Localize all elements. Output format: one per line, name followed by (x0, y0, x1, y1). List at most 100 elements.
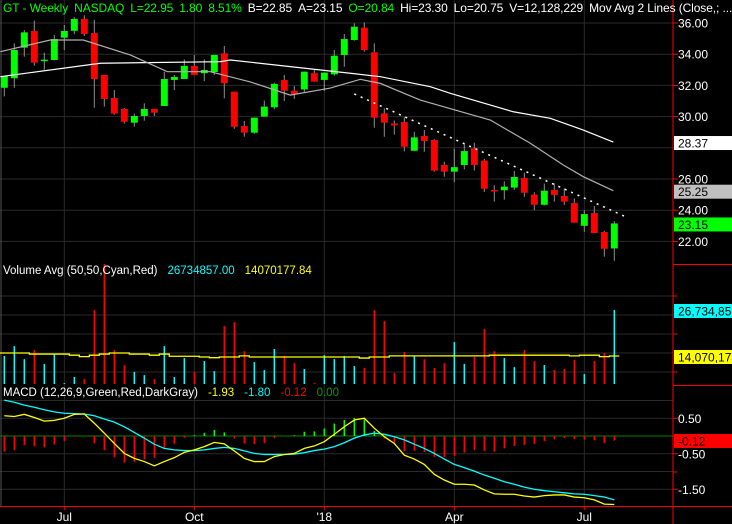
candle-up (160, 79, 168, 106)
x-axis: Jul Oct '18 Apr Jul (57, 506, 592, 524)
candle-up (180, 65, 188, 80)
candle-down (490, 189, 498, 192)
change: 1.80 (179, 1, 203, 15)
candle-up (540, 190, 548, 205)
price-tick-label: 34.00 (678, 48, 708, 62)
symbol: GT - Weekly (3, 1, 69, 15)
volume: V=12,128,229 (509, 1, 584, 15)
volume-badge: 26,734,857 (678, 305, 732, 319)
candle-up (0, 76, 8, 88)
candle-down (80, 18, 88, 34)
candle-down (400, 122, 408, 147)
candle-down (220, 53, 228, 84)
price-tick-label: 36.00 (678, 17, 708, 31)
candle-up (300, 71, 308, 90)
exchange: NASDAQ (74, 1, 125, 15)
candle-up (140, 108, 148, 116)
candle-up (60, 30, 68, 38)
price-tick-label: 22.00 (678, 235, 708, 249)
candle-down (470, 148, 478, 165)
candle-up (170, 76, 178, 80)
time-label: Apr (445, 510, 464, 524)
low: Lo=20.75 (453, 1, 504, 15)
volume-avg-value: 14070177.84 (244, 265, 312, 277)
high: Hi=23.30 (400, 1, 448, 15)
extra-value: 0.00 (316, 387, 339, 399)
candle-down (150, 108, 158, 113)
candle-down (590, 213, 598, 233)
candle-down (430, 140, 438, 171)
candle-down (530, 194, 538, 205)
study-label[interactable]: Mov Avg 2 Lines (Close,; ... (589, 1, 732, 15)
candle-up (50, 39, 58, 60)
candle-up (410, 137, 418, 151)
candle-up (270, 83, 278, 108)
change-percent: 8.51% (208, 1, 242, 15)
ma-long-badge: 28.37 (678, 137, 708, 151)
candle-down (550, 189, 558, 195)
candle-up (210, 54, 218, 72)
candle-down (190, 65, 198, 75)
quote-header: GT - Weekly NASDAQ L=22.95 1.80 8.51% B=22.85… (3, 1, 732, 15)
signal-line (4, 399, 615, 501)
time-label: '18 (316, 510, 332, 524)
time-label: Oct (185, 510, 204, 524)
volume-study-label: Volume Avg (50,50,Cyan,Red) (3, 265, 158, 277)
candle-down (440, 164, 448, 172)
candle-down (480, 160, 488, 189)
candle-down (570, 203, 578, 223)
volume-legend[interactable]: Volume Avg (50,50,Cyan,Red) 26734857.00 14… (3, 265, 322, 277)
volume-bars (0, 264, 620, 384)
signal-value: -1.80 (244, 387, 271, 399)
candle-down (280, 79, 288, 91)
right-axis: 36.0034.0032.0030.0026.0024.0022.000.50-… (0, 0, 732, 524)
macd-study-label: MACD (12,26,9,Green,Red,DarkGray) (3, 387, 198, 399)
candle-down (240, 125, 248, 133)
macd-histogram-badge: -0.12 (678, 435, 706, 449)
candle-up (610, 223, 618, 249)
time-label: Jul (57, 510, 72, 524)
last-price-badge: 23.15 (678, 218, 708, 232)
candle-down (230, 91, 238, 127)
macd-legend[interactable]: MACD (12,26,9,Green,Red,DarkGray) -1.93 -1… (3, 387, 349, 399)
candle-down (30, 30, 38, 63)
candle-up (340, 39, 348, 55)
candle-up (70, 18, 78, 31)
macd-value: -1.93 (207, 387, 235, 399)
candle-down (600, 232, 608, 249)
volume-avg-badge: 14,070,178 (678, 351, 732, 365)
macd-tick-label: 0.50 (678, 412, 702, 426)
candle-down (390, 123, 398, 126)
price-tick-label: 32.00 (678, 79, 708, 93)
chart-canvas[interactable]: 36.0034.0032.0030.0026.0024.0022.000.50-… (0, 0, 732, 524)
candle-up (510, 176, 518, 188)
candle-down (310, 73, 318, 82)
candle-up (450, 167, 458, 172)
time-label: Jul (577, 510, 592, 524)
last-price: L=22.95 (130, 1, 174, 15)
macd-tick-label: -1.50 (678, 483, 706, 497)
candle-down (90, 32, 98, 80)
candle-up (460, 151, 468, 165)
candle-down (360, 27, 368, 50)
candle-down (100, 74, 108, 99)
trendline (353, 93, 627, 218)
volume-average-line (0, 352, 620, 359)
candle-up (500, 186, 508, 191)
candle-up (580, 214, 588, 226)
volume-value: 26734857.00 (167, 265, 235, 277)
bid: B=22.85 (247, 1, 293, 15)
candle-down (110, 98, 118, 114)
open: O=20.84 (348, 1, 395, 15)
candle-up (250, 117, 258, 133)
price-tick-label: 24.00 (678, 204, 708, 218)
candle-down (370, 52, 378, 118)
macd-tick-label: -0.50 (678, 447, 706, 461)
ask: A=23.15 (298, 1, 343, 15)
macd-line (4, 413, 615, 506)
candle-down (380, 113, 388, 123)
price-tick-label: 30.00 (678, 110, 708, 124)
candle-up (130, 115, 138, 123)
candle-up (40, 59, 48, 62)
price-candles (0, 15, 627, 261)
